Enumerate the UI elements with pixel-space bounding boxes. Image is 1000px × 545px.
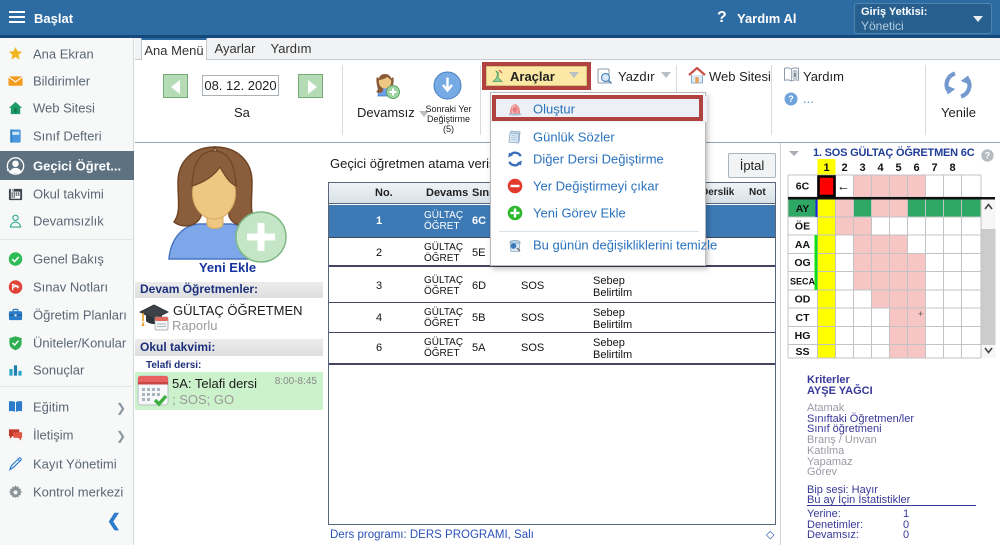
svg-text:i: i bbox=[794, 72, 796, 79]
svg-text:AY: AY bbox=[796, 203, 810, 215]
svg-text:ÖE: ÖE bbox=[795, 220, 810, 233]
svg-text:2: 2 bbox=[841, 162, 847, 174]
svg-text:?: ? bbox=[788, 94, 794, 104]
svg-text:4: 4 bbox=[877, 162, 884, 174]
svg-text:←: ← bbox=[837, 179, 850, 194]
svg-text:8: 8 bbox=[949, 162, 955, 174]
svg-text:OD: OD bbox=[795, 294, 811, 306]
svg-text:7: 7 bbox=[931, 162, 937, 174]
svg-text:5: 5 bbox=[895, 162, 901, 174]
svg-text:OG: OG bbox=[794, 257, 810, 269]
svg-text:6C: 6C bbox=[796, 181, 810, 193]
svg-text:3: 3 bbox=[859, 162, 865, 174]
svg-text:+: + bbox=[918, 309, 923, 319]
svg-text:6: 6 bbox=[913, 162, 919, 174]
svg-text:AA: AA bbox=[795, 239, 811, 251]
svg-text:SECA: SECA bbox=[790, 276, 816, 286]
svg-text:CT: CT bbox=[796, 312, 811, 324]
svg-text:HG: HG bbox=[795, 330, 811, 342]
svg-text:1: 1 bbox=[823, 162, 829, 174]
svg-text:SS: SS bbox=[795, 346, 809, 358]
